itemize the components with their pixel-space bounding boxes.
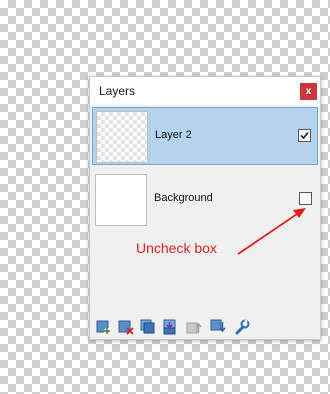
properties-icon[interactable]: [234, 319, 250, 335]
layers-titlebar[interactable]: Layers x: [90, 77, 320, 105]
layer-thumbnail: [95, 174, 147, 226]
panel-title: Layers: [99, 84, 136, 98]
delete-layer-icon[interactable]: [118, 319, 134, 335]
layer-name: Background: [154, 192, 213, 204]
layer-row-layer-2[interactable]: Layer 2: [92, 107, 318, 165]
layer-thumbnail: [96, 111, 148, 163]
layers-panel: Layers x Layer 2 Background: [89, 76, 321, 340]
move-down-icon[interactable]: [210, 319, 226, 335]
close-button[interactable]: x: [300, 83, 317, 100]
duplicate-layer-icon[interactable]: [140, 319, 156, 335]
visibility-checkbox[interactable]: [298, 129, 311, 142]
checkmark-icon: [300, 131, 309, 140]
layer-name: Layer 2: [155, 129, 192, 141]
move-up-icon[interactable]: [186, 319, 202, 335]
annotation-text: Uncheck box: [136, 240, 217, 256]
add-layer-icon[interactable]: [96, 319, 112, 335]
layer-row-background[interactable]: Background: [92, 171, 318, 229]
visibility-checkbox[interactable]: [299, 192, 312, 205]
merge-down-icon[interactable]: [162, 319, 178, 335]
